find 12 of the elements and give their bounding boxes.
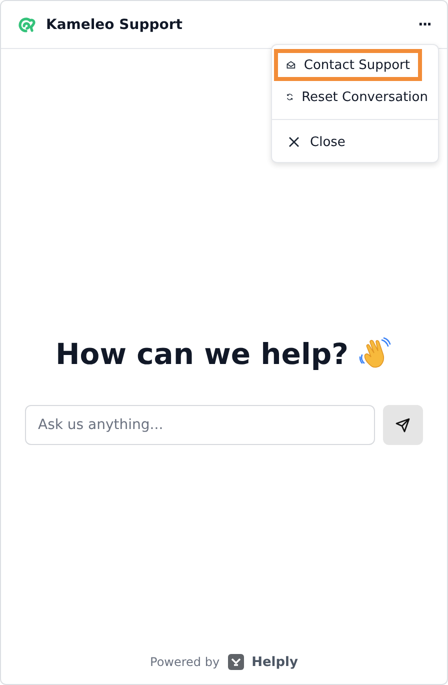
- menu-item[interactable]: Close: [274, 126, 436, 158]
- send-button[interactable]: [383, 405, 423, 445]
- brand-name[interactable]: Helply: [252, 654, 298, 670]
- send-icon: [395, 417, 411, 433]
- more-menu-button[interactable]: ···: [414, 16, 435, 32]
- heading: How can we help?: [56, 337, 348, 371]
- helply-logo-icon: [228, 654, 244, 670]
- menu-item[interactable]: Contact Support: [274, 49, 422, 81]
- powered-by-label: Powered by: [150, 655, 220, 669]
- widget-title: Kameleo Support: [46, 16, 184, 32]
- question-input-field[interactable]: Ask us anything...: [25, 405, 375, 445]
- menu-item[interactable]: Reset Conversation: [274, 81, 436, 113]
